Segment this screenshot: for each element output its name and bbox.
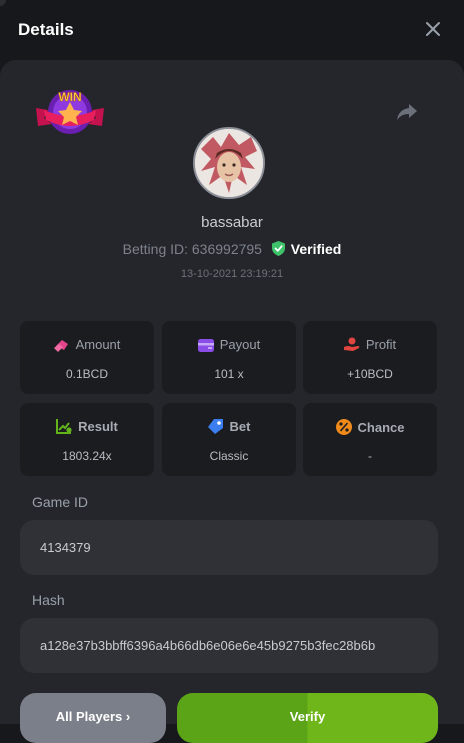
stat-value-chance: - [368,449,372,463]
stat-card-profit: Profit +10BCD [303,321,437,394]
stat-label-bet: Bet [229,419,251,434]
share-icon[interactable] [396,102,418,122]
payout-icon [197,339,214,355]
stat-label-chance: Chance [357,420,405,435]
stat-value-payout: 101 x [214,367,244,381]
game-id-field[interactable]: 4134379 [20,520,438,575]
stat-value-profit: +10BCD [347,367,393,381]
game-id-label: Game ID [32,494,89,510]
all-players-button[interactable]: All Players › [20,693,166,743]
verified-shield-icon [271,241,285,259]
bet-timestamp: 13-10-2021 23:19:21 [180,268,284,280]
verified-label: Verified [290,241,342,257]
stat-label-payout: Payout [219,337,261,352]
stat-value-result: 1803.24x [62,449,112,463]
bet-icon [207,419,224,437]
stat-label-profit: Profit [365,337,397,352]
win-badge-text: WIN [58,90,81,104]
stat-label-result: Result [78,419,118,434]
page-title: Details [18,20,74,39]
avatar [193,127,265,199]
stat-value-amount: 0.1BCD [65,367,109,381]
stat-label-amount: Amount [75,337,121,352]
stat-card-chance: Chance - [303,403,437,476]
stat-card-bet: Bet Classic [162,403,296,476]
result-icon [56,419,72,437]
hash-label: Hash [32,592,65,608]
details-header: Details [0,0,464,60]
stat-card-payout: Payout 101 x [162,321,296,394]
username: bassabar [201,214,263,231]
betting-id-row: Betting ID: 636992795 Verified [0,241,464,259]
close-icon[interactable] [424,20,442,38]
betting-id: Betting ID: 636992795 [122,241,262,257]
stat-card-amount: Amount 0.1BCD [20,321,154,394]
stat-value-bet: Classic [209,449,249,463]
hash-field[interactable]: a128e37b3bbff6396a4b66db6e06e6e45b9275b3… [20,618,438,673]
stat-card-result: Result 1803.24x [20,403,154,476]
verify-button[interactable]: Verify [177,693,438,743]
amount-icon [53,338,70,355]
win-badge-icon: WIN [34,86,106,140]
profit-icon [343,337,360,355]
chance-icon [335,419,352,438]
